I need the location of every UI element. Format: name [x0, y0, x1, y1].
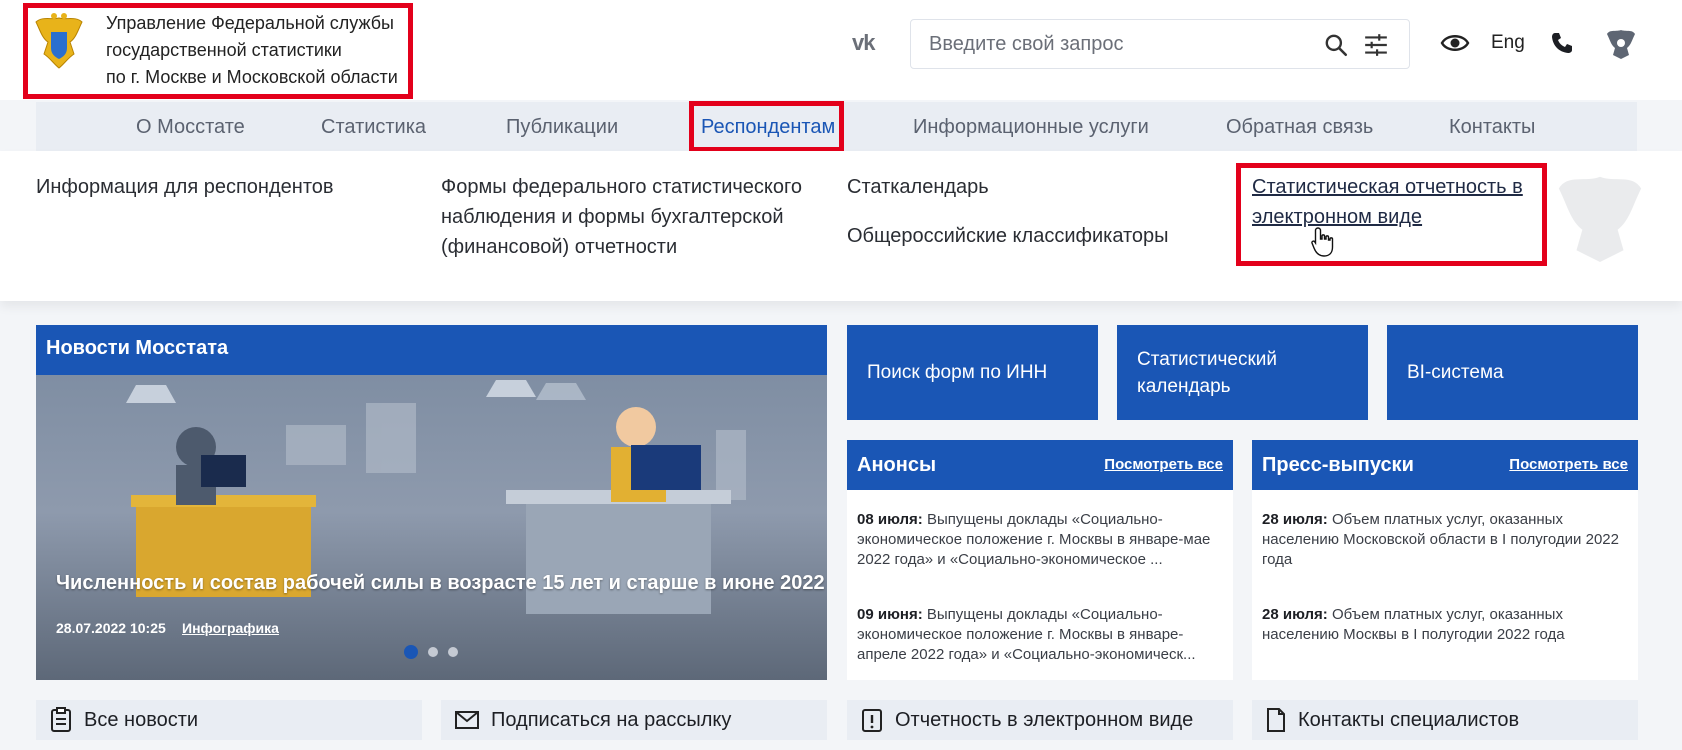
slider-dot-2[interactable]: [428, 647, 438, 657]
highlight-nav-respondentam: [689, 101, 844, 152]
dropdown-link-info-respondents[interactable]: Информация для респондентов: [36, 172, 334, 202]
announcements-list: 08 июля: Выпущены доклады «Социально-эко…: [847, 490, 1233, 680]
announcement-item[interactable]: 09 июня: Выпущены доклады «Социально-эко…: [857, 605, 1223, 665]
announcements-title[interactable]: Анонсы: [857, 454, 936, 477]
press-item[interactable]: 28 июля: Объем платных услуг, оказанных …: [1262, 510, 1628, 570]
electronic-reporting-label: Отчетность в электронном виде: [895, 708, 1194, 731]
highlight-logo: [23, 3, 413, 99]
specialist-contacts-button[interactable]: Контакты специалистов: [1252, 700, 1638, 740]
nav-item-publikatsii[interactable]: Публикации: [506, 116, 618, 139]
eye-icon[interactable]: [1440, 30, 1470, 56]
announcement-date: 08 июля:: [857, 511, 923, 528]
tile-stat-calendar[interactable]: Статистический календарь: [1117, 325, 1368, 420]
search-box: [910, 19, 1410, 69]
nav-item-statistika[interactable]: Статистика: [321, 116, 426, 139]
slider-dots: [404, 645, 458, 659]
announcements-view-all-link[interactable]: Посмотреть все: [1104, 456, 1223, 473]
nav-item-o-mosstate[interactable]: О Мосстате: [136, 116, 245, 139]
subscribe-button[interactable]: Подписаться на рассылку: [441, 700, 827, 740]
phone-icon[interactable]: [1550, 30, 1574, 56]
slider-dot-3[interactable]: [448, 647, 458, 657]
specialist-contacts-label: Контакты специалистов: [1298, 708, 1520, 731]
alert-icon: [862, 709, 882, 732]
dropdown-link-statcalendar[interactable]: Статкалендарь: [847, 172, 989, 202]
announcement-item[interactable]: 08 июля: Выпущены доклады «Социально-эко…: [857, 510, 1223, 570]
news-header[interactable]: Новости Мосстата: [36, 325, 827, 375]
clipboard-icon: [51, 707, 71, 732]
eagle-emblem-icon[interactable]: [1606, 26, 1636, 60]
news-slide[interactable]: Численность и состав рабочей силы в возр…: [36, 375, 827, 680]
document-icon: [1267, 708, 1285, 732]
language-switch[interactable]: Eng: [1491, 32, 1525, 54]
press-list: 28 июля: Объем платных услуг, оказанных …: [1252, 490, 1638, 680]
search-input[interactable]: [929, 31, 1309, 57]
news-tag-link[interactable]: Инфографика: [182, 620, 279, 636]
filter-settings-icon[interactable]: [1363, 32, 1389, 58]
news-title[interactable]: Численность и состав рабочей силы в возр…: [56, 572, 825, 595]
nav-item-obratnaya-svyaz[interactable]: Обратная связь: [1226, 116, 1373, 139]
hand-cursor-icon: [1311, 227, 1334, 257]
press-date: 28 июля:: [1262, 511, 1328, 528]
watermark-emblem-icon: [1558, 176, 1642, 263]
highlight-electronic-reporting: [1236, 163, 1547, 266]
electronic-reporting-button[interactable]: Отчетность в электронном виде: [847, 700, 1233, 740]
vk-icon[interactable]: vk: [852, 30, 876, 56]
press-item[interactable]: 28 июля: Объем платных услуг, оказанных …: [1262, 605, 1628, 645]
announcement-date: 09 июня:: [857, 606, 923, 623]
press-view-all-link[interactable]: Посмотреть все: [1509, 456, 1628, 473]
dropdown-link-classifiers[interactable]: Общероссийские классификаторы: [847, 221, 1169, 251]
press-date: 28 июля:: [1262, 606, 1328, 623]
press-header: Пресс-выпуски Посмотреть все: [1252, 440, 1638, 490]
tile-bi-system[interactable]: BI-система: [1387, 325, 1638, 420]
all-news-button[interactable]: Все новости: [36, 700, 422, 740]
slider-dot-1[interactable]: [404, 645, 418, 659]
mail-icon: [455, 711, 479, 729]
nav-item-info-uslugi[interactable]: Информационные услуги: [913, 116, 1149, 139]
search-icon[interactable]: [1323, 32, 1349, 58]
tile-search-inn[interactable]: Поиск форм по ИНН: [847, 325, 1098, 420]
press-title[interactable]: Пресс-выпуски: [1262, 454, 1414, 477]
subscribe-label: Подписаться на рассылку: [491, 708, 732, 731]
news-date: 28.07.2022 10:25: [56, 620, 166, 636]
dropdown-link-forms[interactable]: Формы федерального статистического наблю…: [441, 172, 821, 262]
announcements-header: Анонсы Посмотреть все: [847, 440, 1233, 490]
all-news-label: Все новости: [84, 708, 199, 731]
nav-item-kontakty[interactable]: Контакты: [1449, 116, 1535, 139]
